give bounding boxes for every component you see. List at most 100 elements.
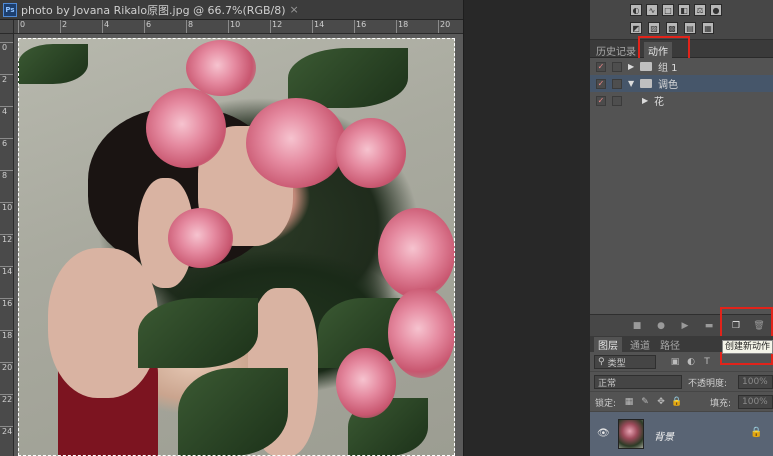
- exposure-adjust-icon[interactable]: □: [662, 4, 674, 16]
- tab-paths[interactable]: 路径: [660, 337, 680, 352]
- horizontal-ruler[interactable]: 0 2 4 6 8 10 12 14 16 18 20: [14, 20, 463, 34]
- tab-layers[interactable]: 图层: [594, 337, 622, 352]
- layer-thumbnail: [618, 419, 644, 449]
- ruler-tick: 20: [0, 362, 13, 372]
- stop-icon[interactable]: ■: [632, 321, 642, 331]
- action-row[interactable]: ✓ ▶ 花: [590, 92, 773, 109]
- threshold-adjust-icon[interactable]: ▩: [666, 22, 678, 34]
- opacity-field[interactable]: 100%: [738, 375, 773, 389]
- flower-shape: [168, 208, 233, 268]
- document-title: photo by Jovana Rikalo原图.jpg @ 66.7%(RGB…: [21, 3, 286, 17]
- hsl-adjust-icon[interactable]: ◧: [678, 4, 690, 16]
- adjustment-filter-icon[interactable]: ◐: [686, 357, 696, 367]
- ruler-tick: 8: [0, 170, 13, 180]
- lock-position-icon[interactable]: ✥: [656, 397, 666, 407]
- collapsed-triangle-icon[interactable]: ▶: [642, 96, 648, 105]
- flower-shape: [336, 348, 396, 418]
- action-toggle-checkbox[interactable]: ✓: [596, 61, 606, 72]
- pixel-filter-icon[interactable]: ▣: [670, 357, 680, 367]
- dialog-toggle-box[interactable]: [612, 61, 622, 72]
- dialog-toggle-box[interactable]: [612, 95, 622, 106]
- ruler-tick: 20: [437, 20, 451, 33]
- ruler-tick: 18: [0, 330, 13, 340]
- ruler-tick: 2: [59, 20, 68, 33]
- workspace-gutter: [463, 0, 590, 456]
- ruler-tick: 8: [185, 20, 194, 33]
- layer-name: 背景: [654, 432, 674, 443]
- ruler-tick: 18: [395, 20, 409, 33]
- lock-all-icon[interactable]: 🔒: [671, 397, 682, 407]
- action-set-label: 组 1: [658, 63, 678, 74]
- blend-mode-dropdown[interactable]: 正常: [594, 375, 682, 389]
- posterize-adjust-icon[interactable]: ▨: [648, 22, 660, 34]
- lock-label: 锁定:: [595, 399, 617, 409]
- action-set-label: 调色: [658, 80, 678, 91]
- ruler-tick: 12: [0, 234, 13, 244]
- action-row[interactable]: ✓ ▼ 调色: [590, 75, 773, 92]
- blend-opacity-row: 正常 不透明度: 100%: [590, 372, 773, 392]
- curves-adjust-icon[interactable]: ∿: [646, 4, 658, 16]
- ruler-tick: 22: [0, 394, 13, 404]
- leaf-shape: [18, 44, 88, 84]
- action-label: 花: [654, 97, 664, 108]
- tab-channels[interactable]: 通道: [630, 337, 650, 352]
- folder-icon: [640, 62, 652, 71]
- ruler-tick: 0: [17, 20, 26, 33]
- type-filter-icon[interactable]: T: [702, 357, 712, 367]
- vertical-ruler[interactable]: 0 2 4 6 8 10 12 14 16 18 20 22 24: [0, 34, 14, 456]
- ruler-tick: 2: [0, 74, 13, 84]
- lock-paint-icon[interactable]: ✎: [640, 397, 650, 407]
- action-toggle-checkbox[interactable]: ✓: [596, 95, 606, 106]
- ruler-tick: 12: [269, 20, 283, 33]
- expanded-triangle-icon[interactable]: ▼: [628, 79, 634, 88]
- close-icon[interactable]: ×: [290, 3, 299, 16]
- gradient-map-adjust-icon[interactable]: ▤: [684, 22, 696, 34]
- ruler-tick: 0: [0, 42, 13, 52]
- collapsed-triangle-icon[interactable]: ▶: [628, 62, 634, 71]
- levels-adjust-icon[interactable]: ◐: [630, 4, 642, 16]
- layer-filter-row: ⚲ 类型 ▣ ◐ T: [590, 352, 773, 372]
- bw-adjust-icon[interactable]: ●: [710, 4, 722, 16]
- ruler-tick: 6: [143, 20, 152, 33]
- lock-fill-row: 锁定: ▦ ✎ ✥ 🔒 填充: 100%: [590, 392, 773, 412]
- document-tab[interactable]: Ps photo by Jovana Rikalo原图.jpg @ 66.7%(…: [0, 0, 463, 20]
- highlight-box-actions-tab: [638, 36, 690, 60]
- ruler-corner: [0, 20, 14, 34]
- lock-transparency-icon[interactable]: ▦: [624, 397, 634, 407]
- fill-label: 填充:: [710, 399, 732, 409]
- balance-adjust-icon[interactable]: ⚖: [694, 4, 706, 16]
- document-canvas[interactable]: [14, 34, 463, 456]
- leaf-shape: [178, 368, 288, 456]
- ruler-tick: 4: [101, 20, 110, 33]
- new-action-tooltip: 创建新动作: [722, 340, 773, 354]
- ruler-tick: 10: [227, 20, 241, 33]
- ruler-tick: 14: [311, 20, 325, 33]
- ruler-tick: 16: [0, 298, 13, 308]
- ruler-tick: 10: [0, 202, 13, 212]
- eye-icon[interactable]: 👁: [597, 428, 610, 439]
- action-row[interactable]: ✓ ▶ 组 1: [590, 58, 773, 75]
- ruler-tick: 16: [353, 20, 367, 33]
- flower-shape: [388, 288, 455, 378]
- fill-field[interactable]: 100%: [738, 395, 773, 409]
- leaf-shape: [138, 298, 258, 368]
- action-toggle-checkbox[interactable]: ✓: [596, 78, 606, 89]
- layer-filter-dropdown[interactable]: ⚲ 类型: [594, 355, 656, 369]
- ruler-tick: 24: [0, 426, 13, 436]
- flower-shape: [336, 118, 406, 188]
- tab-history[interactable]: 历史记录: [596, 42, 636, 58]
- lock-icon: 🔒: [750, 427, 763, 438]
- new-set-icon[interactable]: ▬: [704, 321, 714, 331]
- flower-shape: [378, 208, 455, 298]
- record-icon[interactable]: ●: [656, 321, 666, 331]
- photoshop-logo-icon: Ps: [3, 2, 17, 17]
- invert-adjust-icon[interactable]: ◩: [630, 22, 642, 34]
- canvas-photo: [18, 38, 455, 456]
- layer-row-background[interactable]: 👁 背景 🔒: [590, 412, 773, 456]
- adjustments-panel: ◐ ∿ □ ◧ ⚖ ● ◩ ▨ ▩ ▤ ▦: [590, 0, 773, 40]
- folder-icon: [640, 79, 652, 88]
- selective-color-adjust-icon[interactable]: ▦: [702, 22, 714, 34]
- dialog-toggle-box[interactable]: [612, 78, 622, 89]
- ruler-tick: 4: [0, 106, 13, 116]
- play-icon[interactable]: ▶: [680, 321, 690, 331]
